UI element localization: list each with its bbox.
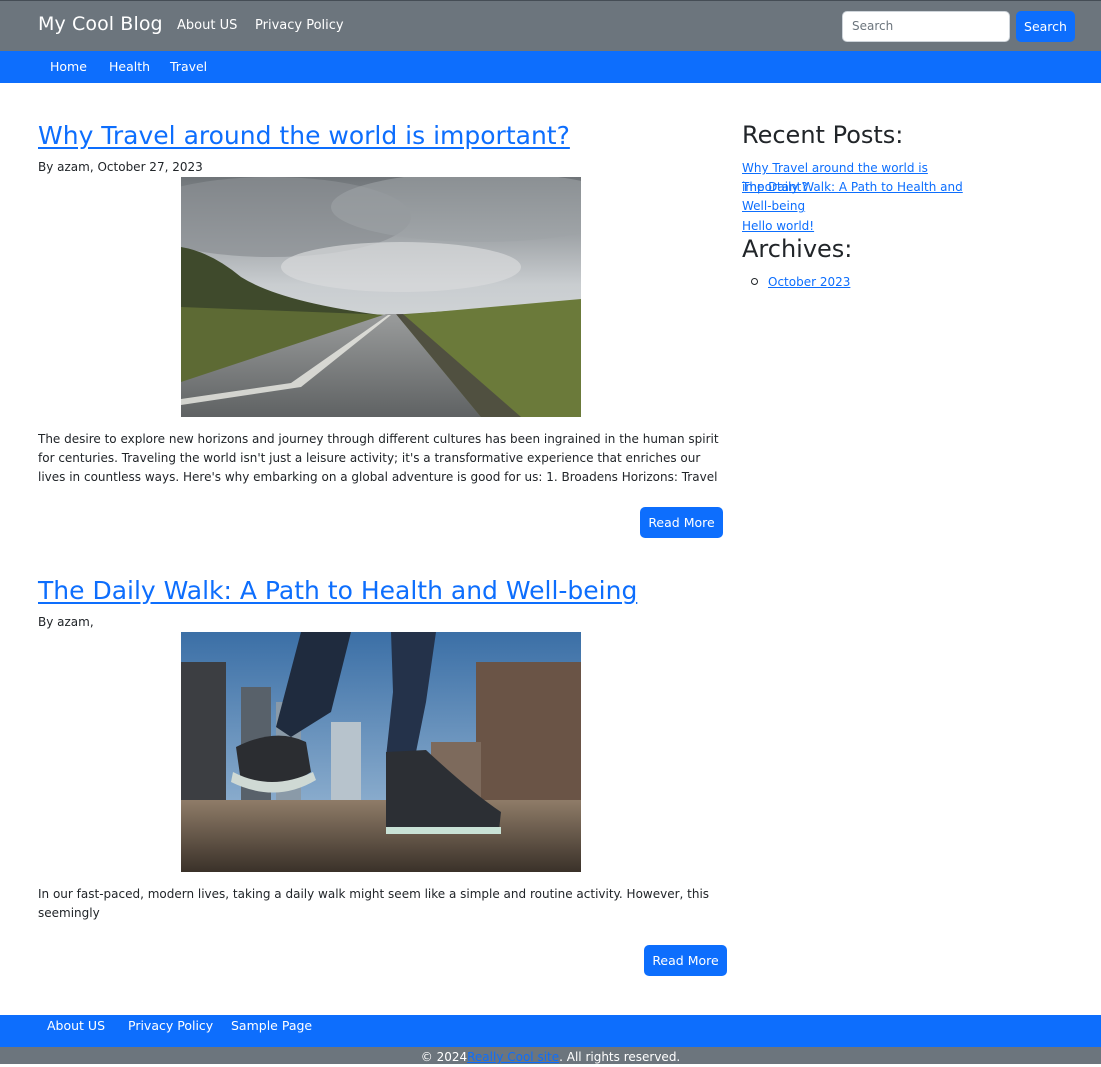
footer-link-privacy-policy[interactable]: Privacy Policy [128,1018,213,1033]
archives-heading: Archives: [742,235,853,263]
footer-copyright: © 2024Really Cool site. All rights reser… [0,1047,1101,1064]
recent-post-link-daily-walk[interactable]: The Daily Walk: A Path to Health and Wel… [742,178,992,216]
road-photo [181,177,581,417]
post-title-travel[interactable]: Why Travel around the world is important… [38,121,570,150]
recent-posts-heading: Recent Posts: [742,121,904,149]
copyright-prefix: © 2024 [420,1050,468,1064]
footer-navbar: About US Privacy Policy Sample Page [0,1015,1101,1047]
footer-site-link[interactable]: Really Cool site [467,1050,559,1064]
category-link-health[interactable]: Health [109,59,150,74]
search-input[interactable]: Search [842,11,1010,42]
site-brand[interactable]: My Cool Blog [38,13,163,35]
top-navbar: My Cool Blog About US Privacy Policy Sea… [0,0,1101,51]
footer-link-sample-page[interactable]: Sample Page [231,1018,312,1033]
category-link-home[interactable]: Home [50,59,87,74]
post-excerpt: In our fast-paced, modern lives, taking … [38,887,710,920]
post-image-sneakers[interactable] [181,632,581,872]
post-title-daily-walk[interactable]: The Daily Walk: A Path to Health and Wel… [38,576,637,605]
nav-link-about-us[interactable]: About US [177,18,237,33]
read-more-button[interactable]: Read More [640,507,723,538]
copyright-suffix: . All rights reserved. [559,1050,681,1064]
post-meta: By azam, [38,615,94,629]
archive-link-october-2023[interactable]: October 2023 [768,273,1018,292]
category-navbar: Home Health Travel [0,51,1101,83]
walking-photo [181,632,581,872]
list-bullet [751,278,758,285]
nav-link-privacy-policy[interactable]: Privacy Policy [255,18,344,33]
footer-link-about-us[interactable]: About US [47,1018,105,1033]
post-excerpt: The desire to explore new horizons and j… [38,432,719,484]
post-image-road[interactable] [181,177,581,417]
category-link-travel[interactable]: Travel [170,59,207,74]
recent-post-link-hello-world[interactable]: Hello world! [742,217,992,236]
search-button[interactable]: Search [1016,11,1075,42]
read-more-button[interactable]: Read More [644,945,727,976]
post-meta: By azam, October 27, 2023 [38,160,203,174]
